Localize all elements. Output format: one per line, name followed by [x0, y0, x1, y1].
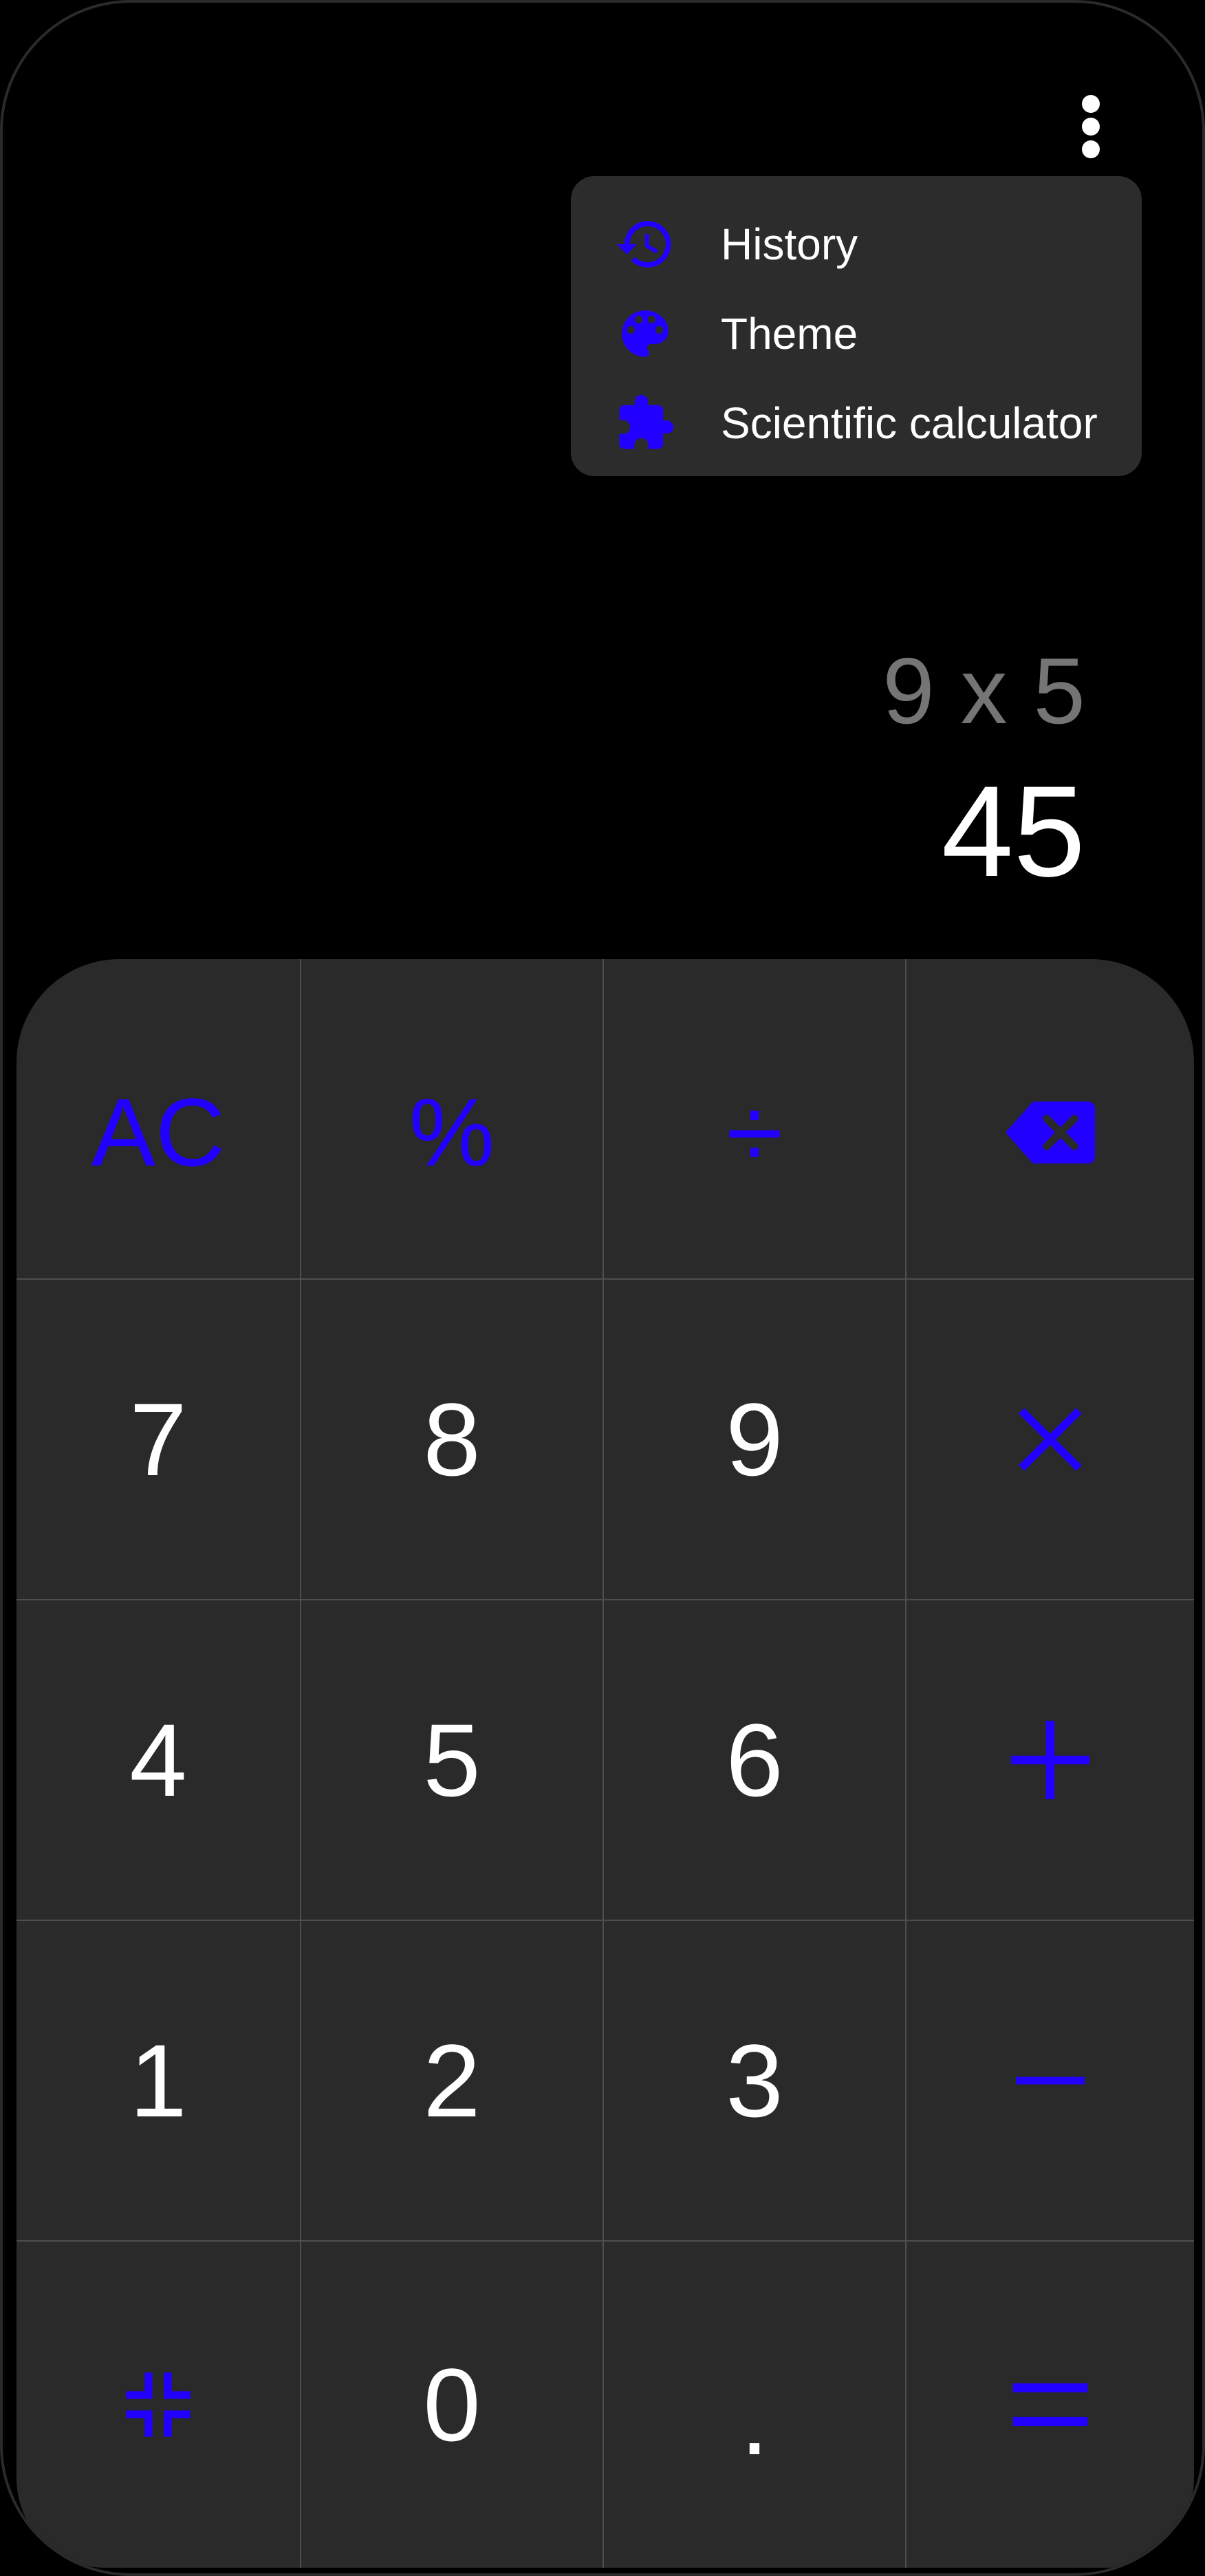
history-icon: [612, 211, 678, 277]
backspace-button[interactable]: [907, 959, 1194, 1280]
digit-label: 9: [726, 1382, 783, 1497]
digit-label: 6: [726, 1702, 783, 1818]
percent-button[interactable]: %: [301, 959, 604, 1280]
digit-label: 3: [726, 2023, 783, 2138]
plus-icon: [1011, 1721, 1089, 1799]
more-vertical-icon: [1082, 95, 1100, 113]
digit-9-button[interactable]: 9: [604, 1280, 907, 1600]
digit-4-button[interactable]: 4: [17, 1600, 301, 1921]
digit-label: 0: [423, 2347, 481, 2462]
collapse-button[interactable]: [17, 2242, 301, 2568]
menu-item-label: History: [721, 219, 858, 269]
digit-5-button[interactable]: 5: [301, 1600, 604, 1921]
clear-button[interactable]: AC: [17, 959, 301, 1280]
multiply-icon: [1019, 1408, 1082, 1471]
collapse-icon: [126, 2372, 191, 2437]
palette-icon: [612, 301, 678, 367]
equals-button[interactable]: [907, 2242, 1194, 2568]
more-options-button[interactable]: [1066, 85, 1116, 168]
minus-button[interactable]: [907, 1921, 1194, 2242]
more-vertical-icon-dot: [1082, 140, 1100, 158]
menu-item-label: Theme: [721, 309, 858, 358]
digit-2-button[interactable]: 2: [301, 1921, 604, 2242]
decimal-label: .: [740, 2361, 769, 2476]
equals-icon: [1012, 2383, 1088, 2426]
keypad: AC % ÷ 7 8 9 4 5 6 1 2 3 0 .: [17, 959, 1194, 2568]
digit-label: 4: [129, 1702, 187, 1818]
digit-label: 8: [423, 1382, 481, 1497]
overflow-menu: History Theme Scientific calculator: [571, 176, 1142, 476]
menu-item-history[interactable]: History: [571, 200, 1142, 289]
digit-label: 2: [423, 2023, 481, 2138]
digit-0-button[interactable]: 0: [301, 2242, 604, 2568]
backspace-icon: [1006, 1102, 1095, 1163]
digit-label: 5: [423, 1702, 481, 1818]
divide-button[interactable]: ÷: [604, 959, 907, 1280]
digit-3-button[interactable]: 3: [604, 1921, 907, 2242]
clear-label: AC: [91, 1078, 226, 1186]
digit-label: 7: [129, 1382, 187, 1497]
calculator-screen: History Theme Scientific calculator 9 x …: [0, 0, 1205, 2576]
menu-item-scientific-calculator[interactable]: Scientific calculator: [571, 378, 1142, 468]
divide-label: ÷: [726, 1075, 783, 1190]
result-display: 45: [941, 759, 1085, 903]
menu-item-theme[interactable]: Theme: [571, 289, 1142, 378]
digit-6-button[interactable]: 6: [604, 1600, 907, 1921]
puzzle-icon: [612, 390, 678, 456]
more-vertical-icon-dot: [1082, 118, 1100, 136]
digit-7-button[interactable]: 7: [17, 1280, 301, 1600]
digit-label: 1: [129, 2023, 187, 2138]
decimal-button[interactable]: .: [604, 2242, 907, 2568]
plus-button[interactable]: [907, 1600, 1194, 1921]
minus-icon: [1016, 2076, 1085, 2085]
menu-item-label: Scientific calculator: [721, 398, 1098, 448]
multiply-button[interactable]: [907, 1280, 1194, 1600]
digit-1-button[interactable]: 1: [17, 1921, 301, 2242]
digit-8-button[interactable]: 8: [301, 1280, 604, 1600]
expression-display: 9 x 5: [882, 638, 1085, 743]
percent-label: %: [409, 1078, 495, 1186]
